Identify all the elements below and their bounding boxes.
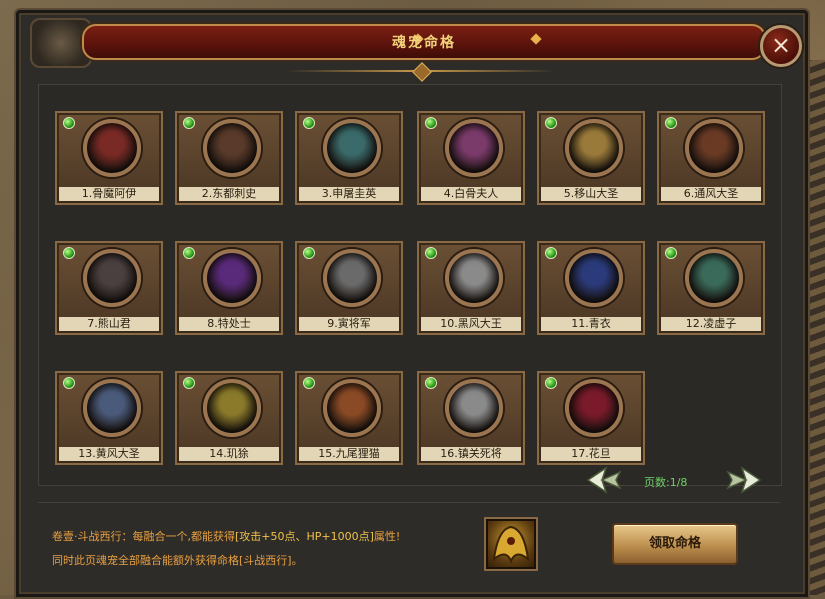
pet-portrait-icon [445, 119, 503, 177]
green-gem-icon [303, 117, 315, 129]
green-gem-icon [665, 117, 677, 129]
pet-portrait-icon [203, 379, 261, 437]
pet-name: 17.花旦 [541, 447, 641, 461]
pet-name: 8.特处士 [179, 317, 279, 331]
next-page-button[interactable] [724, 465, 764, 495]
pet-portrait-icon [203, 119, 261, 177]
pet-portrait-icon [445, 379, 503, 437]
pet-portrait-icon [565, 379, 623, 437]
pet-portrait-icon [83, 119, 141, 177]
pet-card[interactable]: 12.凌虚子 [657, 241, 765, 335]
green-gem-icon [545, 117, 557, 129]
green-gem-icon [183, 117, 195, 129]
pet-name: 5.移山大圣 [541, 187, 641, 201]
pet-portrait-icon [445, 249, 503, 307]
pet-portrait-icon [565, 119, 623, 177]
pet-name: 12.凌虚子 [661, 317, 761, 331]
pet-name: 9.寅将军 [299, 317, 399, 331]
close-button[interactable]: × [760, 25, 802, 67]
pet-card[interactable]: 4.白骨夫人 [417, 111, 525, 205]
info-line-1: 卷壹·斗战西行：每融合一个,都能获得[攻击+50点、HP+1000点]属性! [52, 528, 400, 544]
green-gem-icon [303, 377, 315, 389]
pet-name: 3.申屠圭英 [299, 187, 399, 201]
pet-name: 1.骨魔阿伊 [59, 187, 159, 201]
green-gem-icon [303, 247, 315, 259]
green-gem-icon [63, 377, 75, 389]
pet-portrait-icon [323, 379, 381, 437]
pet-card[interactable]: 9.寅将军 [295, 241, 403, 335]
pet-name: 10.黑风大王 [421, 317, 521, 331]
green-gem-icon [545, 247, 557, 259]
pet-portrait-icon [83, 249, 141, 307]
green-gem-icon [183, 247, 195, 259]
green-gem-icon [183, 377, 195, 389]
pet-card[interactable]: 11.青衣 [537, 241, 645, 335]
pet-name: 13.黄风大圣 [59, 447, 159, 461]
pet-name: 2.东都刺史 [179, 187, 279, 201]
pet-card[interactable]: 10.黑风大王 [417, 241, 525, 335]
pet-name: 7.熊山君 [59, 317, 159, 331]
pet-portrait-icon [685, 249, 743, 307]
pet-card[interactable]: 6.通风大圣 [657, 111, 765, 205]
page-indicator: 页数:1/8 [644, 476, 688, 489]
green-gem-icon [425, 247, 437, 259]
pet-name: 6.通风大圣 [661, 187, 761, 201]
green-gem-icon [63, 247, 75, 259]
pet-card[interactable]: 3.申屠圭英 [295, 111, 403, 205]
pet-card[interactable]: 2.东都刺史 [175, 111, 283, 205]
pet-card[interactable]: 13.黄风大圣 [55, 371, 163, 465]
pet-grid: 1.骨魔阿伊 2.东都刺史 3.申屠圭英 4.白骨夫人 5.移山大圣 6.通风大圣 7.熊山… [38, 84, 782, 486]
chevron-left-icon [586, 466, 622, 494]
pet-card[interactable]: 8.特处士 [175, 241, 283, 335]
pet-portrait-icon [685, 119, 743, 177]
dragon-helm-icon [492, 525, 530, 564]
pet-name: 11.青衣 [541, 317, 641, 331]
chevron-right-icon [726, 466, 762, 494]
info-text: 卷壹·斗战西行：每融合一个,都能获得 [52, 530, 235, 543]
pet-card[interactable]: 16.镇关死将 [417, 371, 525, 465]
claim-fate-button[interactable]: 领取命格 [612, 523, 738, 565]
pet-portrait-icon [565, 249, 623, 307]
info-line-2: 同时此页魂宠全部融合能额外获得命格[斗战西行]。 [52, 554, 303, 567]
pet-name: 14.玑狳 [179, 447, 279, 461]
pet-card[interactable]: 15.九尾狸猫 [295, 371, 403, 465]
reward-item-slot[interactable] [484, 517, 538, 571]
pet-portrait-icon [323, 119, 381, 177]
green-gem-icon [665, 247, 677, 259]
pet-portrait-icon [323, 249, 381, 307]
pet-card[interactable]: 14.玑狳 [175, 371, 283, 465]
green-gem-icon [63, 117, 75, 129]
pet-name: 16.镇关死将 [421, 447, 521, 461]
pet-card[interactable]: 5.移山大圣 [537, 111, 645, 205]
pet-name: 4.白骨夫人 [421, 187, 521, 201]
pet-card[interactable]: 1.骨魔阿伊 [55, 111, 163, 205]
pet-portrait-icon [83, 379, 141, 437]
divider-diamond-icon [412, 62, 432, 82]
pet-card[interactable]: 7.熊山君 [55, 241, 163, 335]
green-gem-icon [425, 377, 437, 389]
bonus-text: [攻击+50点、HP+1000点] [235, 530, 374, 543]
green-gem-icon [425, 117, 437, 129]
info-text: 属性! [373, 530, 401, 543]
title-bar: 魂宠命格 [82, 24, 766, 60]
pet-portrait-icon [203, 249, 261, 307]
prev-page-button[interactable] [584, 465, 624, 495]
green-gem-icon [545, 377, 557, 389]
pet-name: 15.九尾狸猫 [299, 447, 399, 461]
pet-card[interactable]: 17.花旦 [537, 371, 645, 465]
window-title: 魂宠命格 [392, 35, 456, 51]
